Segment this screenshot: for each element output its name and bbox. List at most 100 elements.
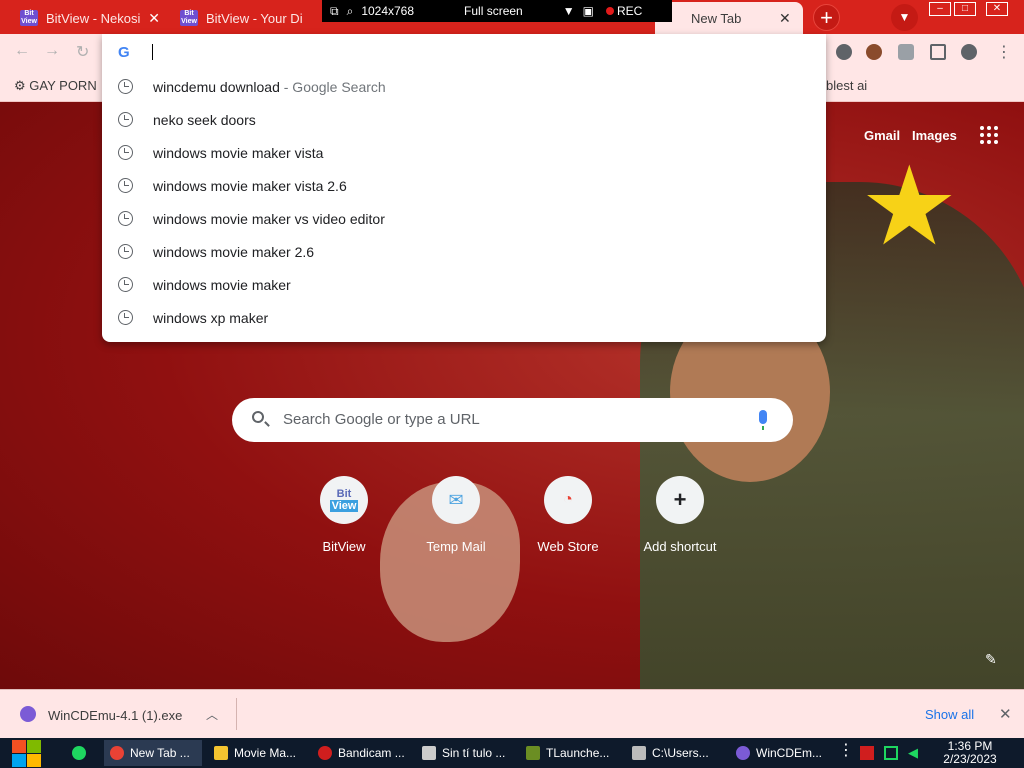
close-tab-icon[interactable]: ✕ (779, 10, 791, 27)
history-clock-icon (118, 211, 133, 226)
suggestion-text: windows movie maker vista (153, 145, 324, 161)
bookmark-icon: ⚙ (14, 78, 26, 93)
shortcut-label: BitView (322, 539, 366, 554)
taskbar-label: Sin tí tulo ... (442, 746, 506, 760)
recorder-mode[interactable]: Full screen (464, 4, 523, 18)
shortcut-web-store[interactable]: ◔ Web Store (518, 476, 618, 554)
suggestion-item[interactable]: windows movie maker 2.6 (102, 235, 826, 268)
minimize-button[interactable]: – (929, 2, 951, 16)
shortcut-temp-mail[interactable]: ✉ Temp Mail (406, 476, 506, 554)
edit-background-icon[interactable]: ✎ (985, 651, 999, 667)
address-bar-input[interactable]: G (102, 34, 826, 70)
extension-avatar-icon[interactable] (866, 44, 882, 60)
taskbar-item-bandicam[interactable]: Bandicam ... (312, 740, 410, 766)
taskbar-item-paint[interactable]: Sin tí tulo ... (416, 740, 514, 766)
text-caret (152, 44, 153, 60)
bookmark-label: GAY PORN (29, 78, 97, 93)
bitview-icon: Bit View (180, 10, 198, 26)
suggestion-item[interactable]: windows movie maker vista 2.6 (102, 169, 826, 202)
tab-title: BitView - Nekosi (46, 10, 141, 26)
recorder-resolution: 1024x768 (361, 4, 415, 18)
rec-label[interactable]: REC (617, 4, 642, 18)
more-menu-icon[interactable]: ⋮ (996, 42, 1012, 62)
spotify-icon[interactable] (72, 746, 86, 760)
shortcut-add[interactable]: + Add shortcut (630, 476, 730, 554)
camera-icon[interactable]: ▣ (583, 4, 594, 18)
flag-icon[interactable] (860, 746, 874, 760)
tab-bitview-your[interactable]: Bit View BitView - Your Di (170, 2, 330, 34)
history-clock-icon (118, 112, 133, 127)
shortcut-label: Add shortcut (643, 539, 717, 554)
apps-grid-icon[interactable] (980, 126, 1000, 146)
ntp-search-box[interactable]: Search Google or type a URL (232, 398, 793, 442)
forward-icon[interactable]: → (44, 42, 60, 60)
download-shelf: WinCDEmu-4.1 (1).exe ︿ Show all ✕ (0, 689, 1024, 738)
taskbar-item-wincdemu[interactable]: WinCDEm... (730, 740, 828, 766)
more-icon[interactable]: ⋮ (838, 743, 854, 759)
side-panel-icon[interactable] (930, 44, 946, 60)
new-tab-button[interactable]: + (813, 4, 840, 31)
suggestion-text: wincdemu download (153, 79, 280, 95)
ublock-icon[interactable] (836, 44, 852, 60)
rec-dot-icon (605, 7, 614, 15)
suggestion-item[interactable]: windows xp maker (102, 301, 826, 334)
console-icon (632, 746, 646, 760)
tab-bitview-nekosi[interactable]: Bit View BitView - Nekosi ✕ (10, 2, 170, 34)
shortcut-bitview[interactable]: Bit View BitView (294, 476, 394, 554)
zoom-icon[interactable]: ⌕ (347, 4, 354, 19)
download-item[interactable]: WinCDEmu-4.1 (1).exe (48, 708, 182, 723)
tab-new-tab[interactable]: New Tab ✕ (655, 2, 803, 34)
maximize-button[interactable]: □ (954, 2, 976, 16)
show-all-downloads-link[interactable]: Show all (925, 707, 974, 722)
suggestion-item[interactable]: windows movie maker vista (102, 136, 826, 169)
start-button[interactable] (10, 738, 42, 768)
close-tab-icon[interactable]: ✕ (148, 10, 160, 27)
suggestion-text: windows xp maker (153, 310, 269, 326)
suggestion-text: windows movie maker vs video editor (153, 211, 385, 227)
tab-title: New Tab (691, 10, 742, 26)
taskbar-item-cmd[interactable]: C:\Users... (626, 740, 724, 766)
google-g-icon: G (118, 44, 130, 61)
suggestion-text: windows movie maker vista 2.6 (153, 178, 347, 194)
taskbar-item-chrome[interactable]: New Tab ... (104, 740, 202, 766)
extensions-puzzle-icon[interactable] (898, 44, 914, 60)
bookmark-gay-porn[interactable]: ⚙ GAY PORN (14, 78, 97, 94)
chevron-down-icon[interactable]: ▼ (563, 4, 575, 18)
window-icon[interactable]: ⧉ (330, 4, 339, 19)
taskbar-label: Movie Ma... (234, 746, 297, 760)
volume-icon[interactable]: ◀ (908, 746, 922, 760)
gmail-link[interactable]: Gmail (864, 128, 900, 143)
suggestion-item[interactable]: neko seek doors (102, 103, 826, 136)
tab-search-button[interactable]: ▼ (891, 4, 918, 31)
bitview-icon: Bit View (320, 476, 368, 524)
divider (236, 698, 237, 730)
history-clock-icon (118, 145, 133, 160)
close-window-button[interactable]: ✕ (986, 2, 1008, 16)
taskbar-item-tlauncher[interactable]: TLaunche... (520, 740, 618, 766)
microphone-icon[interactable] (759, 410, 767, 430)
suggestion-item[interactable]: windows movie maker (102, 268, 826, 301)
profile-icon[interactable] (961, 44, 977, 60)
network-icon[interactable] (884, 746, 898, 760)
reload-icon[interactable]: ↻ (76, 42, 89, 62)
close-icon[interactable]: ✕ (999, 705, 1012, 723)
shortcut-label: Web Store (537, 539, 599, 554)
suggestion-item[interactable]: wincdemu download - Google Search (102, 70, 826, 103)
search-placeholder[interactable]: Search Google or type a URL (283, 411, 480, 428)
chrome-webstore-icon: ◔ (544, 476, 592, 524)
recorder-bar: ⧉ ⌕ 1024x768 Full screen ▼ ▣ REC (322, 0, 672, 22)
chevron-up-icon[interactable]: ︿ (206, 706, 218, 723)
bookmark-blest-ai[interactable]: blest ai (826, 78, 867, 93)
images-link[interactable]: Images (912, 128, 957, 143)
back-icon[interactable]: ← (14, 42, 30, 60)
taskbar-label: WinCDEm... (756, 746, 822, 760)
taskbar-item-movie-maker[interactable]: Movie Ma... (208, 740, 306, 766)
plus-icon: + (656, 476, 704, 524)
history-clock-icon (118, 79, 133, 94)
history-clock-icon (118, 277, 133, 292)
suggestion-item[interactable]: windows movie maker vs video editor (102, 202, 826, 235)
history-clock-icon (118, 244, 133, 259)
folder-icon (214, 746, 228, 760)
system-clock[interactable]: 1:36 PM 2/23/2023 (940, 740, 1000, 766)
wincdemu-file-icon (20, 706, 36, 722)
